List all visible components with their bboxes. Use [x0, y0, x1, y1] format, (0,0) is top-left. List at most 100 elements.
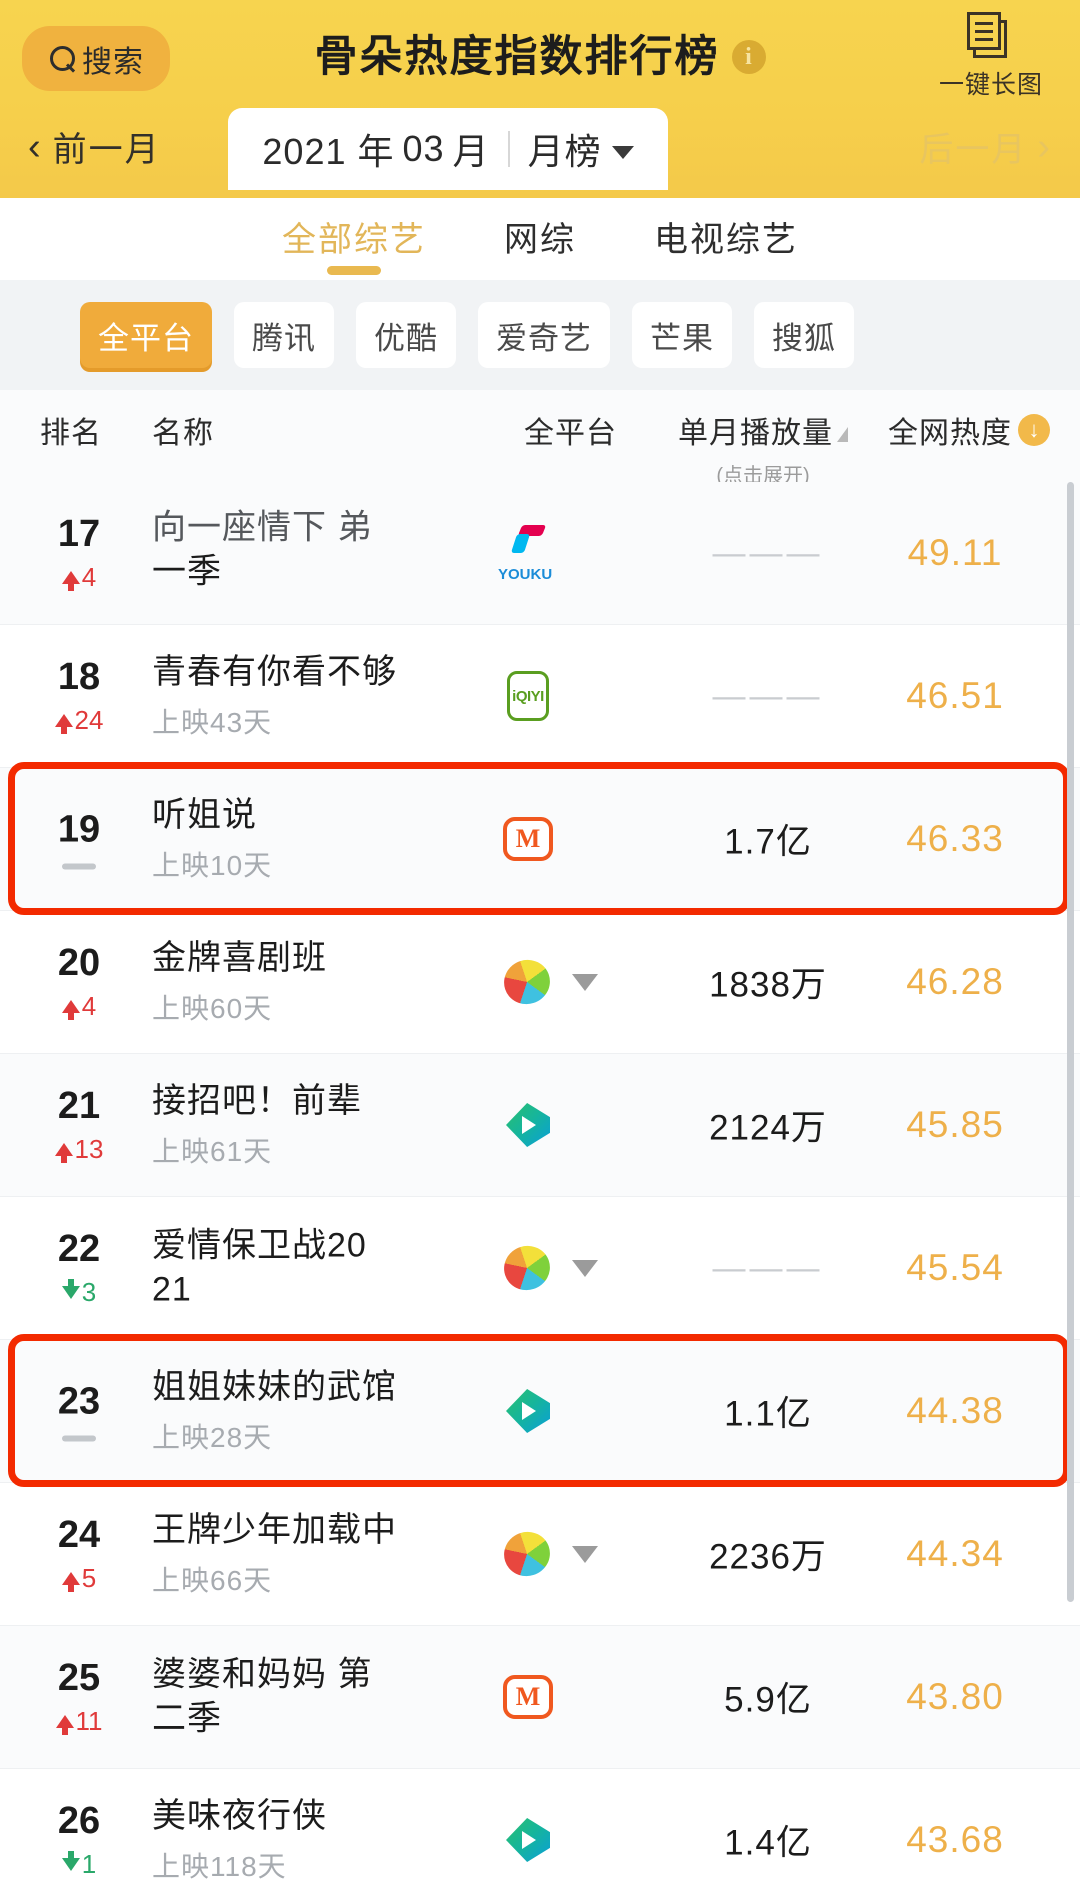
table-row[interactable]: 24 5 王牌少年加载中 上映66天 2236万 44.34 — [0, 1483, 1080, 1626]
name-cell[interactable]: 接招吧！前辈 上映61天 — [152, 1080, 482, 1170]
table-row[interactable]: 25 11 婆婆和妈妈 第二季 M 5.9亿 43.80 — [0, 1626, 1080, 1769]
arrow-up-icon — [54, 1143, 73, 1163]
name-cell[interactable]: 王牌少年加载中 上映66天 — [152, 1509, 482, 1599]
platform-chip-3[interactable]: 爱奇艺 — [478, 302, 610, 368]
table-row[interactable]: 20 4 金牌喜剧班 上映60天 1838万 46.28 — [0, 911, 1080, 1054]
mango-icon: M — [500, 811, 556, 867]
date-year: 2021 年 — [262, 131, 395, 172]
rank-number: 26 — [57, 1800, 101, 1842]
column-header-play[interactable]: 单月播放量 (点击展开) — [678, 408, 848, 488]
tab-category-1[interactable]: 网综 — [504, 212, 576, 275]
rank-number: 19 — [57, 808, 101, 851]
rank-delta-value: 24 — [74, 705, 104, 735]
name-cell[interactable]: 向一座情下 弟一季 — [152, 508, 482, 593]
rank-number: 17 — [57, 513, 101, 555]
name-cell[interactable]: 金牌喜剧班上映60天 — [152, 937, 482, 1027]
prev-month-button[interactable]: ‹ 前一月 — [28, 122, 161, 171]
play-count-cell: ——— — [712, 677, 824, 714]
rank-delta: 4 — [61, 991, 97, 1022]
play-count-cell: 1.7亿 — [724, 822, 812, 862]
triangle-up-icon[interactable] — [837, 426, 848, 442]
rank-number: 24 — [57, 1514, 101, 1556]
show-subtitle: 上映10天 — [152, 849, 273, 881]
expand-platforms-icon[interactable] — [572, 1259, 598, 1277]
heat-index-cell: 45.85 — [906, 1104, 1004, 1145]
name-cell[interactable]: 听姐说上映10天 — [152, 794, 482, 884]
table-row[interactable]: 23 姐姐妹妹的武馆 上映28天 1.1亿 44.38 — [0, 1340, 1080, 1483]
arrow-down-circle-icon[interactable]: ↓ — [1018, 414, 1050, 446]
show-title: 姐姐妹妹的武馆 — [152, 1368, 397, 1407]
platform-cell — [500, 1383, 680, 1439]
table-row[interactable]: 21 13 接招吧！前辈 上映61天 2124万 45.85 — [0, 1054, 1080, 1197]
show-subtitle: 上映61天 — [152, 1135, 273, 1167]
play-count-cell: ——— — [712, 534, 824, 571]
table-row[interactable]: 17 4 向一座情下 弟一季 YOUKU ——— 49.11 — [0, 482, 1080, 625]
date-nav-row: ‹ 前一月 2021 年 03 月 月榜 后一月 › — [0, 108, 1080, 198]
show-subtitle: 上映60天 — [152, 992, 273, 1024]
name-cell[interactable]: 姐姐妹妹的武馆 上映28天 — [152, 1366, 482, 1456]
column-header-heat[interactable]: 全网热度 ↓ — [888, 408, 1050, 452]
platform-chip-1[interactable]: 腾讯 — [234, 302, 334, 368]
heat-index-cell: 45.54 — [906, 1247, 1004, 1288]
heat-index-cell: 46.28 — [906, 961, 1004, 1002]
rank-number: 21 — [57, 1085, 101, 1127]
platform-chip-5[interactable]: 搜狐 — [754, 302, 854, 368]
page-title: 骨朵热度指数排行榜 — [314, 33, 720, 81]
rank-cell: 18 24 — [34, 656, 124, 736]
rank-cell: 22 3 — [34, 1228, 124, 1308]
tencent-icon — [500, 1097, 556, 1153]
scrollbar[interactable] — [1067, 482, 1074, 1602]
platform-chip-0[interactable]: 全平台 — [80, 302, 212, 368]
show-title: 金牌喜剧班 — [152, 939, 327, 978]
show-title: 美味夜行侠 — [152, 1797, 327, 1836]
date-month: 03 — [402, 128, 445, 169]
table-row[interactable]: 26 1 美味夜行侠 上映118天 1.4亿 43.68 — [0, 1769, 1080, 1892]
rank-cell: 19 — [34, 809, 124, 870]
play-count-cell: 2236万 — [709, 1537, 827, 1577]
show-subtitle: 上映118天 — [152, 1850, 287, 1882]
table-row[interactable]: 22 3 爱情保卫战20 21 ——— 45.54 — [0, 1197, 1080, 1340]
heat-index-cell: 46.51 — [906, 675, 1004, 716]
name-cell[interactable]: 青春有你看不够 上映43天 — [152, 651, 482, 741]
info-icon[interactable]: i — [731, 40, 766, 74]
name-cell[interactable]: 爱情保卫战20 21 — [152, 1224, 482, 1311]
rank-number: 23 — [57, 1380, 101, 1423]
rank-cell: 26 1 — [34, 1800, 124, 1880]
play-count-cell: 1838万 — [709, 965, 827, 1005]
expand-platforms-icon[interactable] — [572, 1545, 598, 1563]
tab-category-2[interactable]: 电视综艺 — [654, 212, 798, 275]
platform-cell: M — [500, 811, 680, 867]
next-month-button[interactable]: 后一月 › — [919, 122, 1052, 171]
rank-number: 25 — [57, 1657, 101, 1699]
platform-chip-4[interactable]: 芒果 — [632, 302, 732, 368]
arrow-up-icon — [54, 714, 73, 734]
long-image-button[interactable]: 一键长图 — [926, 12, 1056, 101]
table-row[interactable]: 19 听姐说上映10天 M 1.7亿 46.33 — [0, 768, 1080, 911]
name-cell[interactable]: 美味夜行侠上映118天 — [152, 1795, 482, 1885]
play-count-cell: 1.1亿 — [724, 1394, 812, 1434]
platform-cell — [498, 953, 680, 1011]
rank-delta: 3 — [61, 1277, 96, 1308]
table-row[interactable]: 18 24 青春有你看不够 上映43天 iQIYI ——— 46.51 — [0, 625, 1080, 768]
chevron-down-icon[interactable] — [611, 145, 634, 159]
heat-index-cell: 49.11 — [907, 532, 1003, 573]
show-title: 听姐说 — [152, 796, 257, 835]
rank-delta-value: 13 — [74, 1134, 104, 1164]
rank-delta-value: 5 — [81, 1563, 97, 1593]
heat-index-cell: 44.34 — [906, 1533, 1004, 1574]
tab-category-0[interactable]: 全部综艺 — [282, 212, 426, 275]
play-count-cell: 1.4亿 — [724, 1823, 812, 1863]
heat-index-cell: 46.33 — [906, 818, 1004, 859]
date-selector[interactable]: 2021 年 03 月 月榜 — [228, 108, 668, 190]
platform-chip-2[interactable]: 优酷 — [356, 302, 456, 368]
date-month-suffix: 月 — [452, 131, 490, 172]
expand-platforms-icon[interactable] — [572, 973, 598, 991]
name-cell[interactable]: 婆婆和妈妈 第二季 — [152, 1653, 482, 1740]
top-bar: 搜索 骨朵热度指数排行榜 i 一键长图 ‹ 前一月 2021 年 03 月 月榜… — [0, 0, 1080, 198]
rank-delta-value: 4 — [81, 991, 97, 1021]
platform-cell: M — [500, 1669, 680, 1725]
arrow-up-icon — [61, 1000, 80, 1020]
rank-unchanged-icon — [62, 1435, 96, 1442]
rank-cell: 24 5 — [34, 1514, 124, 1594]
long-image-label: 一键长图 — [938, 71, 1043, 99]
